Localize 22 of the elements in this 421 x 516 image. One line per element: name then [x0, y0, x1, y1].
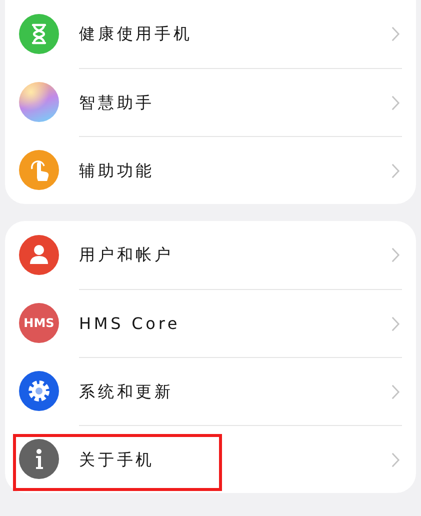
settings-item[interactable]: 系统和更新	[5, 357, 416, 425]
item-label: 辅助功能	[79, 160, 156, 182]
chevron-icon	[391, 162, 400, 178]
item-label: 关于手机	[79, 448, 156, 470]
chevron-icon	[391, 94, 400, 110]
settings-item[interactable]: 辅助功能	[5, 136, 416, 204]
icon-text: HMS	[24, 315, 54, 332]
item-label: 系统和更新	[79, 380, 174, 402]
item-label: 健康使用手机	[79, 23, 194, 45]
settings-item[interactable]: 健康使用手机	[5, 0, 416, 68]
chevron-icon	[391, 247, 400, 263]
item-label: 用户和帐户	[79, 244, 174, 266]
settings-item[interactable]: 智慧助手	[5, 68, 416, 136]
chevron-icon	[391, 26, 400, 42]
settings-item[interactable]: 用户和帐户	[5, 221, 416, 289]
chevron-icon	[391, 316, 400, 332]
item-label: HMS Core	[79, 312, 182, 334]
settings-item[interactable]: HMS HMS Core	[5, 289, 416, 357]
chevron-icon	[391, 384, 400, 400]
chevron-icon	[391, 452, 400, 468]
settings-item[interactable]: 关于手机	[5, 425, 416, 493]
item-label: 智慧助手	[79, 92, 156, 114]
